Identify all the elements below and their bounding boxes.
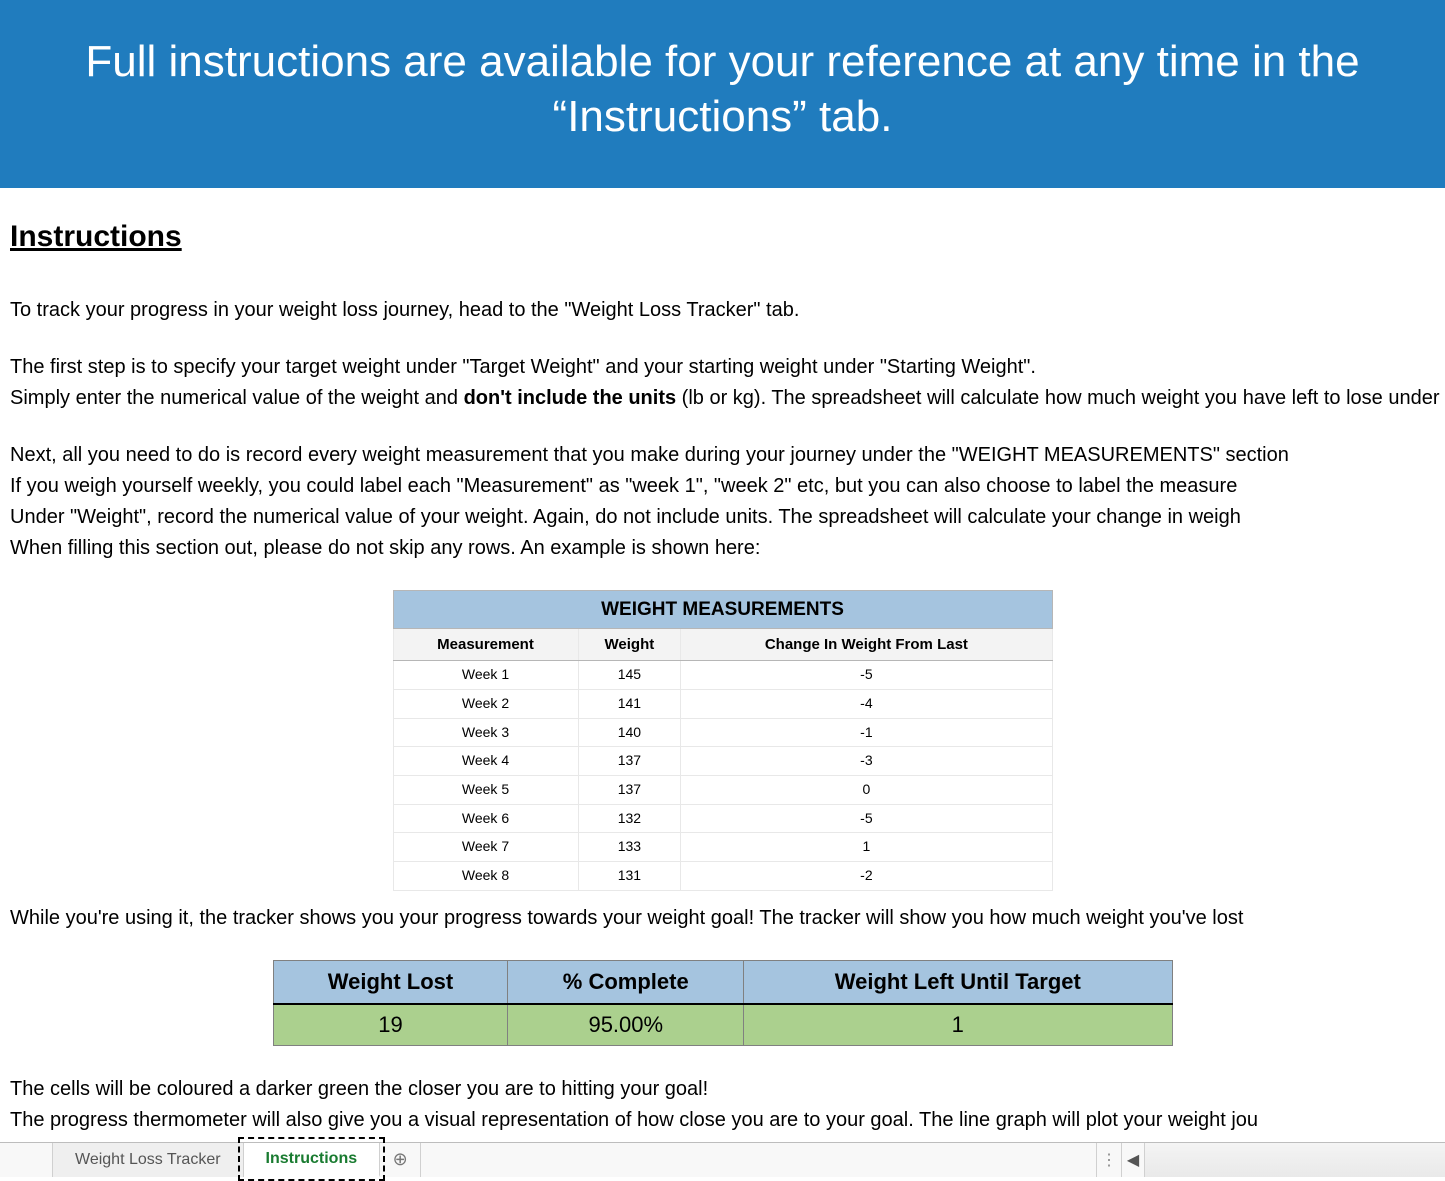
text-line: If you weigh yourself weekly, you could …	[10, 471, 1435, 502]
horizontal-scrollbar[interactable]	[1144, 1143, 1445, 1177]
scroll-left-icon[interactable]: ◀	[1121, 1143, 1144, 1177]
table-cell: Week 1	[393, 661, 578, 690]
table-cell: Week 5	[393, 775, 578, 804]
table-cell: 1	[681, 833, 1052, 862]
table-row: Week 6132-5	[393, 804, 1052, 833]
table-cell: 132	[578, 804, 681, 833]
column-header: Measurement	[393, 628, 578, 660]
table-cell: 131	[578, 862, 681, 891]
text-line: The first step is to specify your target…	[10, 352, 1435, 383]
table-cell: -5	[681, 804, 1052, 833]
paragraph: Next, all you need to do is record every…	[10, 440, 1435, 564]
text-line: To track your progress in your weight lo…	[10, 295, 1435, 326]
table-cell: -4	[681, 689, 1052, 718]
table-cell: Week 7	[393, 833, 578, 862]
table-cell: 140	[578, 718, 681, 747]
table-row: Week 8131-2	[393, 862, 1052, 891]
progress-table: Weight Lost % Complete Weight Left Until…	[273, 960, 1173, 1046]
table-row: Week 3140-1	[393, 718, 1052, 747]
paragraph: The first step is to specify your target…	[10, 352, 1435, 414]
table-cell: 137	[578, 775, 681, 804]
text-line: When filling this section out, please do…	[10, 533, 1435, 564]
table-cell: -3	[681, 747, 1052, 776]
text-line: While you're using it, the tracker shows…	[10, 903, 1435, 934]
tab-instructions[interactable]: Instructions	[244, 1143, 381, 1177]
text-line: The progress thermometer will also give …	[10, 1105, 1435, 1136]
table-cell: Week 4	[393, 747, 578, 776]
table-row: Week 4137-3	[393, 747, 1052, 776]
tab-options-icon[interactable]: ⋮	[1096, 1143, 1121, 1177]
table-cell: Week 3	[393, 718, 578, 747]
progress-value: 19	[273, 1004, 508, 1046]
table-cell: Week 2	[393, 689, 578, 718]
add-sheet-button[interactable]: ⊕	[380, 1143, 421, 1177]
table-cell: Week 6	[393, 804, 578, 833]
text-line: Simply enter the numerical value of the …	[10, 383, 1435, 414]
table-cell: -5	[681, 661, 1052, 690]
table-cell: 141	[578, 689, 681, 718]
table-row: Week 51370	[393, 775, 1052, 804]
table-row: Week 71331	[393, 833, 1052, 862]
paragraph: To track your progress in your weight lo…	[10, 295, 1435, 326]
progress-value: 95.00%	[508, 1004, 744, 1046]
column-header: % Complete	[508, 960, 744, 1004]
weight-measurements-example: WEIGHT MEASUREMENTS Measurement Weight C…	[10, 590, 1435, 891]
column-header: Weight Lost	[273, 960, 508, 1004]
instructions-heading: Instructions	[10, 214, 1435, 261]
banner: Full instructions are available for your…	[0, 0, 1445, 188]
table-cell: 133	[578, 833, 681, 862]
table-cell: 137	[578, 747, 681, 776]
column-header: Weight	[578, 628, 681, 660]
document-body: Instructions To track your progress in y…	[0, 188, 1445, 1136]
table-row: Week 1145-5	[393, 661, 1052, 690]
table-row: Week 2141-4	[393, 689, 1052, 718]
table-cell: -2	[681, 862, 1052, 891]
table-cell: 0	[681, 775, 1052, 804]
table-cell: Week 8	[393, 862, 578, 891]
text-span: Simply enter the numerical value of the …	[10, 387, 464, 409]
table-cell: -1	[681, 718, 1052, 747]
text-line: Under "Weight", record the numerical val…	[10, 502, 1435, 533]
progress-summary: Weight Lost % Complete Weight Left Until…	[10, 960, 1435, 1046]
tab-weight-loss-tracker[interactable]: Weight Loss Tracker	[53, 1143, 244, 1177]
column-header: Weight Left Until Target	[744, 960, 1172, 1004]
progress-value: 1	[744, 1004, 1172, 1046]
table-cell: 145	[578, 661, 681, 690]
text-line: The cells will be coloured a darker gree…	[10, 1074, 1435, 1105]
text-span: (lb or kg). The spreadsheet will calcula…	[676, 387, 1445, 409]
weight-measurements-table: WEIGHT MEASUREMENTS Measurement Weight C…	[393, 590, 1053, 891]
column-header: Change In Weight From Last	[681, 628, 1052, 660]
paragraph: While you're using it, the tracker shows…	[10, 903, 1435, 934]
table-title: WEIGHT MEASUREMENTS	[393, 590, 1052, 628]
sheet-tab-bar: Weight Loss Tracker Instructions ⊕ ⋮ ◀	[0, 1142, 1445, 1177]
tab-bar-spacer	[0, 1143, 53, 1177]
text-line: Next, all you need to do is record every…	[10, 440, 1435, 471]
bold-text: don't include the units	[464, 387, 677, 409]
